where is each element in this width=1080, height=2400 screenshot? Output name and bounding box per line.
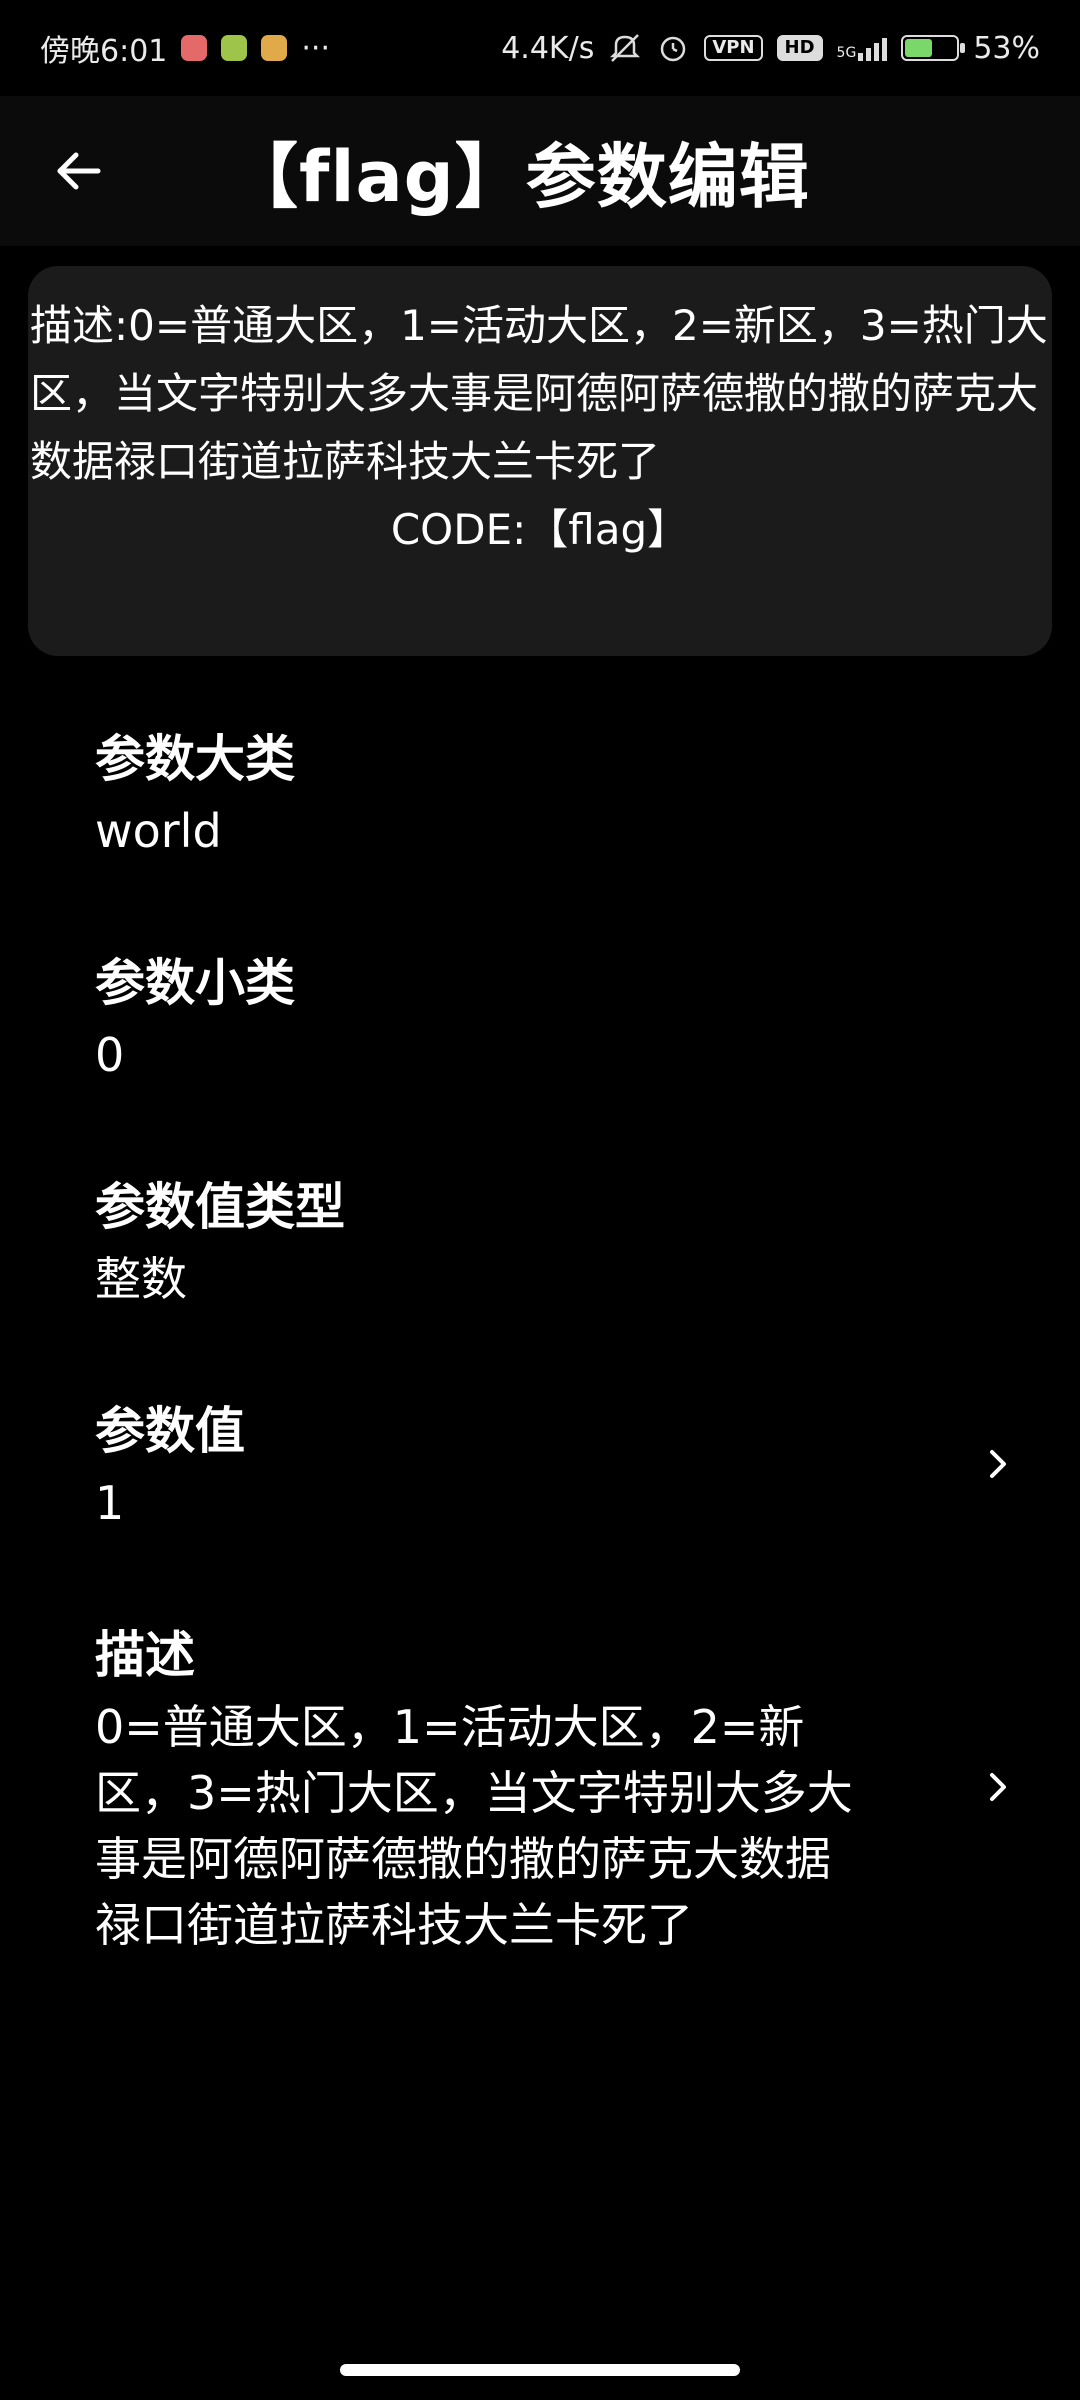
status-time: 傍晚6:01 [40,34,168,69]
vpn-icon: VPN [704,35,763,61]
battery-percent: 53% [973,30,1040,66]
field-value: 0=普通大区，1=活动大区，2=新区，3=热门大区，当文字特别大多大事是阿德阿萨… [95,1700,853,1952]
field-value: 1 [95,1476,125,1530]
field-subcategory: 参数小类 0 [0,924,1080,1108]
status-left: 傍晚6:01 ··· [40,26,330,70]
field-value-type: 参数值类型 整数 [0,1148,1080,1332]
field-param-value[interactable]: 参数值 1 [0,1372,1080,1556]
page-title: 【flag】参数编辑 [228,135,810,218]
app-bar: 【flag】参数编辑 [0,96,1080,246]
notification-app-icon [261,35,288,61]
back-button[interactable] [28,121,128,221]
field-label: 参数大类 [95,730,295,788]
field-label: 参数小类 [95,954,295,1012]
network-type: 5G [836,45,857,61]
signal-bars [858,35,888,61]
description-card: 描述:0=普通大区，1=活动大区，2=新区，3=热门大区，当文字特别大多大事是阿… [28,266,1052,656]
field-label: 描述 [95,1626,195,1684]
hd-icon: HD [776,35,823,61]
field-description[interactable]: 描述 0=普通大区，1=活动大区，2=新区，3=热门大区，当文字特别大多大事是阿… [0,1596,1080,1978]
field-label: 参数值类型 [95,1178,345,1236]
field-category: 参数大类 world [0,700,1080,884]
battery-icon [901,35,966,61]
field-value: 0 [95,1028,125,1082]
alarm-icon [661,36,686,62]
chevron-right-icon [974,1763,1022,1811]
mute-icon [610,34,641,62]
notification-app-icon [181,35,208,61]
notification-app-icon [221,35,248,61]
description-text: 描述:0=普通大区，1=活动大区，2=新区，3=热门大区，当文字特别大多大事是阿… [30,301,1048,486]
signal-icon: 5G [837,35,888,61]
field-label: 参数值 [95,1402,245,1460]
chevron-right-icon [974,1440,1022,1488]
field-value: 整数 [95,1252,187,1306]
battery-fill [905,39,933,57]
more-notifications-icon: ··· [301,30,330,66]
status-right: 4.4K/s VPN HD 5G 53% [501,31,1040,66]
status-bar: 傍晚6:01 ··· 4.4K/s VPN HD 5G 53% [0,0,1080,96]
field-value: world [95,804,222,858]
parameter-code: CODE:【flag】 [390,505,690,554]
home-indicator[interactable] [340,2364,740,2376]
arrow-left-icon [57,152,101,190]
net-speed: 4.4K/s [501,30,595,66]
parameter-fields: 参数大类 world 参数小类 0 参数值类型 整数 参数值 1 描述 0=普通… [0,700,1080,1978]
